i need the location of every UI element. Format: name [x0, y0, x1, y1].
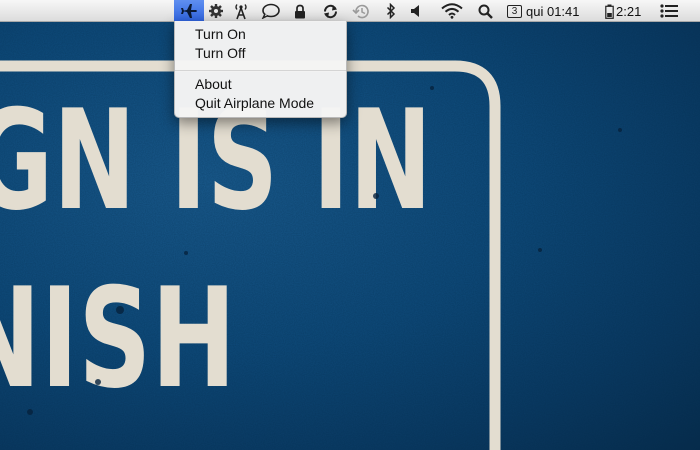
gear-icon[interactable] — [206, 0, 226, 22]
sync-icon[interactable] — [320, 0, 340, 22]
battery-icon — [605, 4, 614, 19]
bluetooth-icon[interactable] — [384, 0, 398, 22]
space-number-badge[interactable]: 3 — [507, 4, 522, 18]
battery-time-text: 2:21 — [616, 3, 642, 19]
menu-bar: 3 qui 01:41 2:21 — [0, 0, 700, 22]
desktop-wallpaper: GN IS IN NISH — [0, 0, 700, 450]
menu-item-quit[interactable]: Quit Airplane Mode — [175, 94, 346, 113]
menu-item-turn-on[interactable]: Turn On — [175, 25, 346, 44]
clock-menu[interactable]: 3 qui 01:41 — [507, 0, 602, 22]
battery-menu[interactable]: 2:21 — [605, 0, 650, 22]
chat-bubble-icon[interactable] — [259, 0, 281, 22]
notification-list-icon[interactable] — [657, 0, 681, 22]
menu-separator — [175, 70, 346, 71]
airplane-icon[interactable] — [174, 0, 204, 22]
time-machine-icon[interactable] — [351, 0, 371, 22]
clock-text: qui 01:41 — [526, 3, 580, 19]
menu-item-about[interactable]: About — [175, 75, 346, 94]
antenna-icon[interactable] — [229, 0, 253, 22]
menu-item-turn-off[interactable]: Turn Off — [175, 44, 346, 63]
airplane-mode-menu: Turn On Turn Off About Quit Airplane Mod… — [174, 21, 347, 118]
wifi-icon[interactable] — [439, 0, 465, 22]
spotlight-search-icon[interactable] — [476, 0, 494, 22]
lock-icon[interactable] — [292, 0, 308, 22]
sign-artwork: GN IS IN NISH — [0, 0, 700, 450]
volume-icon[interactable] — [408, 0, 424, 22]
sign-text-line-2: NISH — [0, 258, 236, 419]
